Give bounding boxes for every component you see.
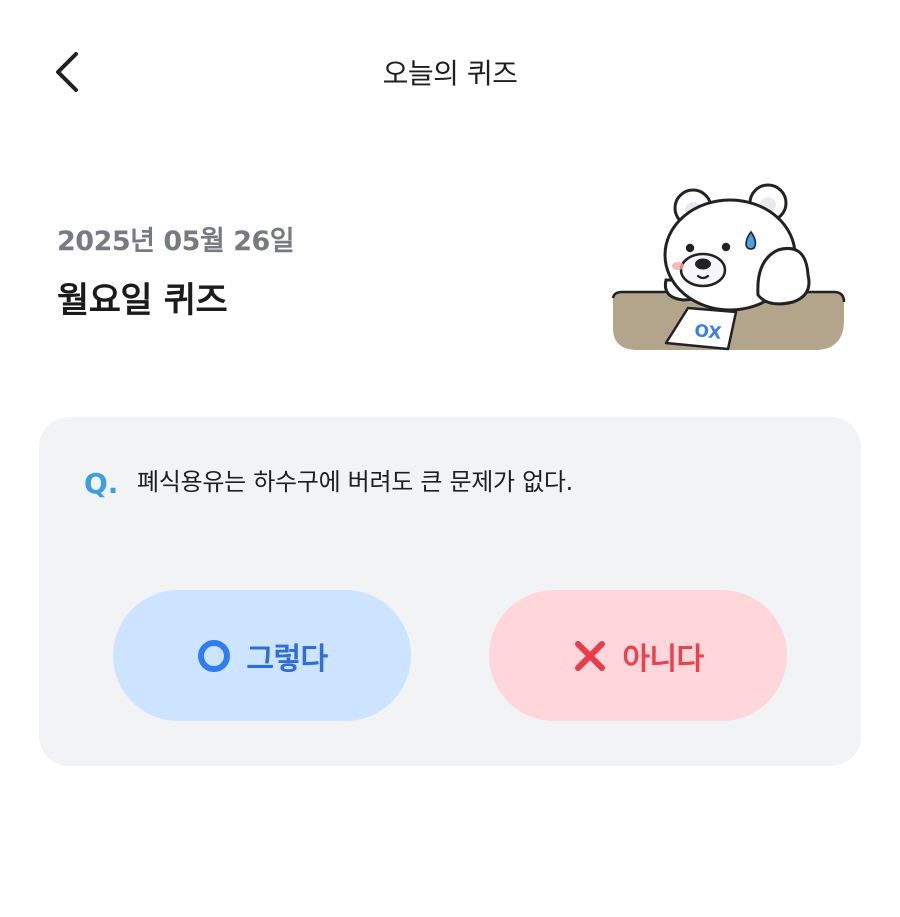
x-icon [575,640,606,671]
quiz-page: 오늘의 퀴즈 2025년 05월 26일 월요일 퀴즈 OX Q. 폐식용유는 … [0,0,900,917]
quiz-date: 2025년 05월 26일 [57,226,295,257]
quiz-card: Q. 폐식용유는 하수구에 버려도 큰 문제가 없다. 그렇다 아니다 [39,417,861,766]
question-prefix: Q. [84,467,119,500]
no-button-label: 아니다 [622,641,704,677]
question-text: 폐식용유는 하수구에 버려도 큰 문제가 없다. [137,468,574,496]
page-title: 오늘의 퀴즈 [382,57,518,90]
paper-text: OX [693,321,722,344]
yes-button[interactable]: 그렇다 [113,590,411,721]
header: 오늘의 퀴즈 [0,0,900,140]
no-button[interactable]: 아니다 [489,590,787,721]
yes-button-label: 그렇다 [246,641,328,677]
quiz-title: 월요일 퀴즈 [57,281,228,321]
circle-o-icon [198,639,231,672]
bear-illustration: OX [611,183,846,351]
